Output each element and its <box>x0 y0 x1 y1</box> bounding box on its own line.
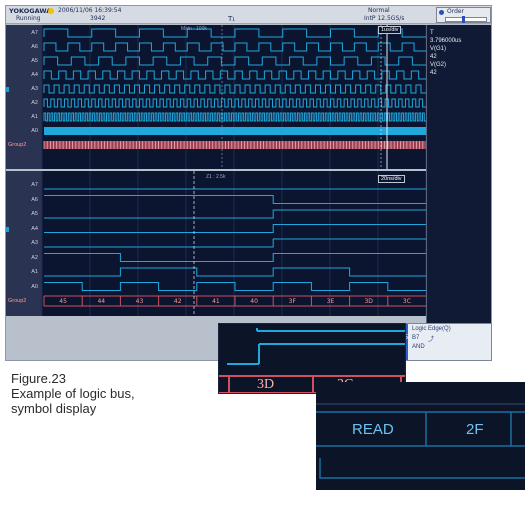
lower-timebase: 20ns/div <box>378 175 405 183</box>
meas-vg2-value: 42 <box>430 70 437 76</box>
bus-value: 3D <box>364 298 373 305</box>
acq-status: Running <box>16 15 41 22</box>
datetime: 2006/11/06 16:39:54 <box>58 7 122 14</box>
bus-value: 43 <box>136 298 144 305</box>
channel-trace <box>43 70 426 80</box>
figure-caption: Figure.23 Example of logic bus, symbol d… <box>11 371 135 416</box>
caption-line: Example of logic bus, <box>11 386 135 401</box>
acq-count: 3942 <box>90 15 106 22</box>
status-bar: YOKOGAWA 2006/11/06 16:39:54 Running 394… <box>6 6 491 24</box>
channel-trace <box>44 282 426 291</box>
dense-trace <box>44 127 426 135</box>
measurement-panel: T 3.796000us V(G1) 42 V(G2) 42 <box>426 25 491 360</box>
brand-logo: YOKOGAWA <box>9 7 52 15</box>
trigger-position-mark: T₁ <box>228 15 236 23</box>
order-button[interactable]: Order <box>436 7 491 23</box>
brightness-icon <box>48 7 54 14</box>
zoom-bus-value: 3D <box>257 377 275 392</box>
bus-value: 3F <box>289 298 297 305</box>
channel-trace <box>44 253 426 262</box>
upper-timebase: 1us/div <box>378 26 402 34</box>
upper-zoom-label: Main : 100k <box>181 26 207 32</box>
bus-value: 45 <box>59 298 67 305</box>
caption-line: symbol display <box>11 401 97 416</box>
meas-vg2-label: V(G2) <box>430 62 447 68</box>
rising-edge-icon: ⤴ <box>428 337 435 343</box>
channel-trace <box>44 209 426 219</box>
meas-cursor-t: T <box>430 30 434 36</box>
meas-vg1-value: 42 <box>430 54 437 60</box>
channel-trace <box>43 28 426 38</box>
oscilloscope-screen: YOKOGAWA 2006/11/06 16:39:54 Running 394… <box>5 5 492 361</box>
upper-waveforms <box>41 25 426 169</box>
channel-trace <box>43 112 426 122</box>
zoom-symbol-value: 2F <box>466 421 484 438</box>
sample-rate: IntP 12.5GS/s <box>364 15 405 22</box>
bus-value: 42 <box>174 298 182 305</box>
lower-waveforms: 45 44 43 42 41 40 3F 3E 3D 3C <box>41 171 426 316</box>
caption-title: Figure.23 <box>11 371 66 386</box>
channel-trace <box>43 42 426 52</box>
channel-trace <box>44 238 426 248</box>
lower-zoom-label: Z1 : 2.5k <box>206 174 226 180</box>
channel-trace <box>44 195 426 204</box>
acq-mode: Normal <box>368 7 390 14</box>
trigger-condition: AND <box>412 344 425 350</box>
meas-vg1-label: V(G1) <box>430 46 447 52</box>
zoom-symbol-value: READ <box>352 421 394 438</box>
zoom-inset-symbol: READ 2F <box>316 382 525 490</box>
trigger-source: B7 <box>412 335 420 341</box>
bus-value: 44 <box>97 298 105 305</box>
bus-value: 41 <box>212 298 220 305</box>
channel-trace <box>43 98 426 108</box>
lower-waveform-panel: A7 A6 A5 A4 A3 A2 A1 A0 Group2 45 44 43 42 41 40 3F 3E 3… <box>6 171 426 316</box>
trigger-type: Logic Edge(Q) <box>412 326 451 332</box>
order-label: Order <box>447 8 465 15</box>
meas-time-value: 3.796000us <box>430 38 462 44</box>
bus-value: 3E <box>327 298 335 305</box>
channel-trace <box>44 267 426 277</box>
channel-trace <box>43 56 426 66</box>
upper-waveform-panel: A7 A6 A5 A4 A3 A2 A1 A0 Group2 Main : 100k 1us/d… <box>6 25 426 169</box>
channel-trace <box>43 84 426 94</box>
order-indicator-icon <box>439 10 444 15</box>
channel-trace <box>44 224 426 233</box>
bus-value: 3C <box>403 298 411 305</box>
trigger-info-box: Logic Edge(Q) .5 B7 ⤴ AND <box>401 323 492 361</box>
bus-value: 40 <box>250 298 258 305</box>
